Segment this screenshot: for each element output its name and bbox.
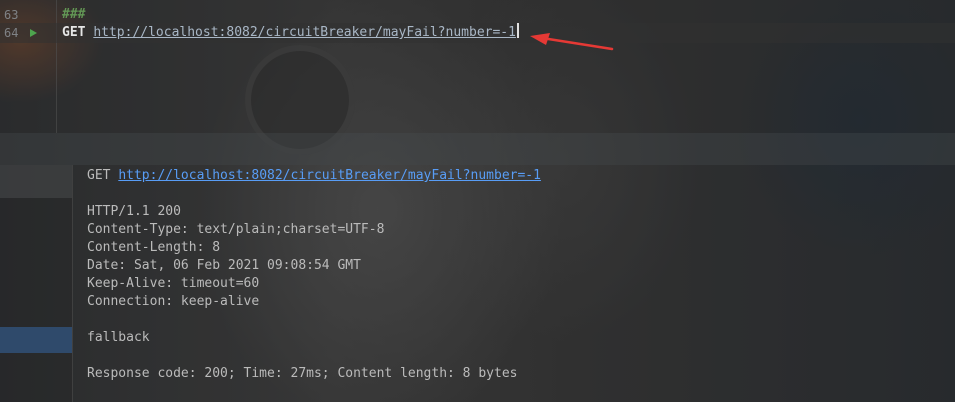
response-output-panel[interactable]: GET http://localhost:8082/circuitBreaker…: [73, 165, 955, 402]
http-request-editor[interactable]: 63 ### 64 GET http://localhost:8082/circ…: [0, 0, 955, 133]
response-header: Content-Type: text/plain;charset=UTF-8: [87, 222, 385, 237]
text-caret: [516, 23, 519, 38]
response-status-line: HTTP/1.1 200: [87, 204, 181, 219]
response-header: Date: Sat, 06 Feb 2021 09:08:54 GMT: [87, 258, 361, 273]
editor-line[interactable]: 63 ###: [0, 5, 955, 25]
response-header: Keep-Alive: timeout=60: [87, 276, 260, 291]
tree-selected-item[interactable]: [0, 327, 72, 353]
services-tree-panel[interactable]: [0, 165, 73, 402]
red-arrow-icon: [530, 33, 614, 51]
response-request-line: GET http://localhost:8082/circuitBreaker…: [87, 167, 541, 185]
run-icon[interactable]: [30, 29, 37, 37]
response-request-url-link[interactable]: http://localhost:8082/circuitBreaker/may…: [118, 168, 541, 183]
line-number: 64: [4, 26, 19, 40]
response-header: Content-Length: 8: [87, 240, 221, 255]
response-request-method: GET: [87, 168, 111, 183]
tree-header: [0, 165, 72, 198]
request-method: GET: [62, 25, 86, 40]
response-summary: Response code: 200; Time: 27ms; Content …: [87, 366, 518, 381]
response-header: Connection: keep-alive: [87, 294, 260, 309]
line-number: 63: [4, 8, 19, 22]
pane-divider[interactable]: [0, 133, 955, 165]
request-separator: ###: [62, 7, 86, 22]
editor-line-current[interactable]: 64 GET http://localhost:8082/circuitBrea…: [0, 23, 955, 43]
request-url-link[interactable]: http://localhost:8082/circuitBreaker/may…: [93, 25, 516, 40]
response-body: fallback: [87, 330, 150, 345]
